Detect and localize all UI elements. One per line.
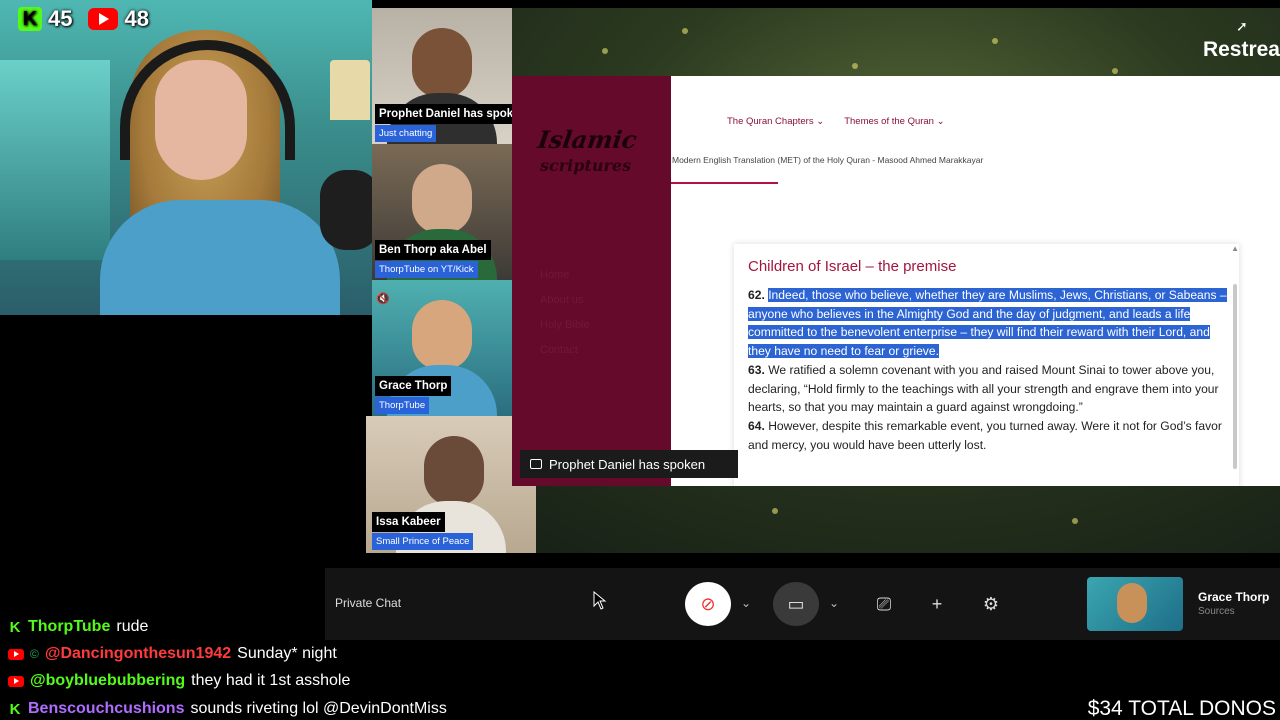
highlighted-verse: Indeed, those who believe, whether they … — [748, 288, 1227, 359]
verse-text: 62. Indeed, those who believe, whether t… — [748, 288, 1227, 452]
site-logo[interactable]: Islamic — [536, 125, 639, 154]
youtube-icon — [8, 648, 24, 660]
chat-text: Sunday* night — [237, 645, 337, 662]
self-sources[interactable]: Sources — [1198, 606, 1235, 617]
site-nav-bible[interactable]: Holy Bible — [540, 319, 590, 331]
chat-message: K Benscouchcushions sounds riveting lol … — [8, 700, 447, 718]
plus-icon: + — [931, 593, 943, 614]
participant-name: Grace Thorp — [375, 376, 452, 396]
participant-tile-issa-kabeer[interactable]: Issa Kabeer Small Prince of Peace — [366, 416, 536, 553]
menu-themes[interactable]: Themes of the Quran ⌄ — [844, 116, 944, 127]
chat-username: @Dancingonthesun1942 — [44, 645, 232, 662]
private-chat-button[interactable]: Private Chat — [335, 596, 401, 610]
participant-subtitle: ThorpTube on YT/Kick — [375, 261, 478, 278]
monitor-icon — [530, 459, 542, 469]
chat-username: ThorpTube — [28, 618, 111, 635]
streamer-webcam — [0, 0, 372, 315]
site-nav-about[interactable]: About us — [540, 294, 590, 306]
streamer-figure — [100, 20, 372, 315]
chat-message: @boybluebubbering they had it 1st asshol… — [8, 672, 350, 690]
site-nav-contact[interactable]: Contact — [540, 344, 590, 356]
scrollbar[interactable] — [1233, 284, 1237, 469]
chat-message: © @Dancingonthesun1942 Sunday* night — [8, 645, 337, 663]
chat-text: rude — [116, 618, 149, 635]
participant-name: Issa Kabeer — [372, 512, 445, 532]
self-name: Grace Thorp — [1198, 590, 1270, 604]
kick-icon: K — [9, 700, 21, 718]
site-top-menu: The Quran Chapters ⌄ Themes of the Quran… — [727, 116, 945, 127]
camera-icon: ▭ — [787, 593, 805, 614]
background-lamp — [330, 60, 370, 120]
youtube-icon — [8, 675, 24, 687]
participant-tile-ben-thorp[interactable]: Ben Thorp aka Abel ThorpTube on YT/Kick — [372, 144, 512, 280]
chat-text: sounds riveting lol @DevinDontMiss — [190, 700, 447, 717]
chevron-down-icon[interactable]: ⌄ — [829, 596, 839, 610]
arrow-icon[interactable]: ➚ — [1236, 18, 1250, 34]
shared-screen-website: Islamic scriptures Home About us Holy Bi… — [512, 76, 1280, 486]
control-bar: Private Chat ⊘ ⌄ ▭ ⌄ ⎚ + ⚙ Grace Thorp S… — [325, 568, 1280, 640]
chat-text: they had it 1st asshole — [191, 672, 351, 689]
camera-button[interactable]: ▭ — [773, 582, 819, 626]
participant-subtitle: ThorpTube — [375, 397, 430, 414]
site-sidebar: Islamic scriptures Home About us Holy Bi… — [512, 76, 671, 486]
share-screen-icon: ⎚ — [876, 593, 892, 614]
muted-speaker-icon: 🔇 — [376, 293, 390, 305]
site-logo-subtitle: scriptures — [540, 156, 632, 175]
settings-button[interactable]: ⚙ — [968, 582, 1014, 626]
chat-message: K ThorpTube rude — [8, 618, 149, 636]
card-title: Children of Israel – the premise — [748, 258, 957, 275]
site-nav: Home About us Holy Bible Contact — [540, 269, 590, 369]
spoken-banner: Prophet Daniel has spoken — [520, 450, 738, 478]
participant-name: Prophet Daniel has spok — [375, 104, 512, 124]
self-preview[interactable] — [1087, 577, 1183, 631]
chat-username: @boybluebubbering — [30, 672, 186, 689]
kick-viewer-count: K 45 — [18, 6, 72, 32]
chevron-down-icon[interactable]: ⌄ — [741, 596, 751, 610]
mic-muted-button[interactable]: ⊘ — [685, 582, 731, 626]
viewer-counters: K 45 48 — [18, 6, 149, 32]
menu-quran-chapters[interactable]: The Quran Chapters ⌄ — [727, 116, 824, 127]
gear-icon: ⚙ — [982, 593, 1000, 614]
participant-subtitle: Just chatting — [375, 125, 437, 142]
active-underline — [671, 182, 778, 184]
scroll-up-icon[interactable]: ▲ — [1231, 244, 1239, 253]
kick-icon: K — [18, 7, 42, 31]
participant-tile-prophet-daniel[interactable]: Prophet Daniel has spok Just chatting — [372, 8, 512, 144]
translation-title: Modern English Translation (MET) of the … — [672, 155, 984, 165]
member-badge-icon: © — [30, 647, 39, 661]
youtube-viewer-count: 48 — [88, 6, 149, 32]
add-button[interactable]: + — [914, 582, 960, 626]
kick-icon: K — [9, 618, 21, 636]
share-screen-button[interactable]: ⎚ — [861, 582, 907, 626]
mic-off-icon: ⊘ — [700, 593, 716, 614]
mouse-cursor-icon — [593, 591, 607, 610]
background-shelf — [0, 60, 110, 260]
youtube-icon — [88, 8, 119, 30]
verse-card: Children of Israel – the premise 62. Ind… — [734, 244, 1239, 486]
restream-label: Restrea — [1202, 38, 1280, 61]
participant-tile-grace-thorp[interactable]: Grace Thorp ThorpTube — [372, 280, 512, 416]
verse-63: We ratified a solemn covenant with you a… — [748, 362, 1219, 415]
site-nav-home[interactable]: Home — [540, 269, 590, 281]
total-donos: $34 TOTAL DONOS — [1087, 697, 1276, 720]
chat-username: Benscouchcushions — [28, 700, 185, 717]
participant-name: Ben Thorp aka Abel — [375, 240, 491, 260]
verse-64: However, despite this remarkable event, … — [748, 418, 1222, 452]
participant-subtitle: Small Prince of Peace — [372, 533, 474, 550]
